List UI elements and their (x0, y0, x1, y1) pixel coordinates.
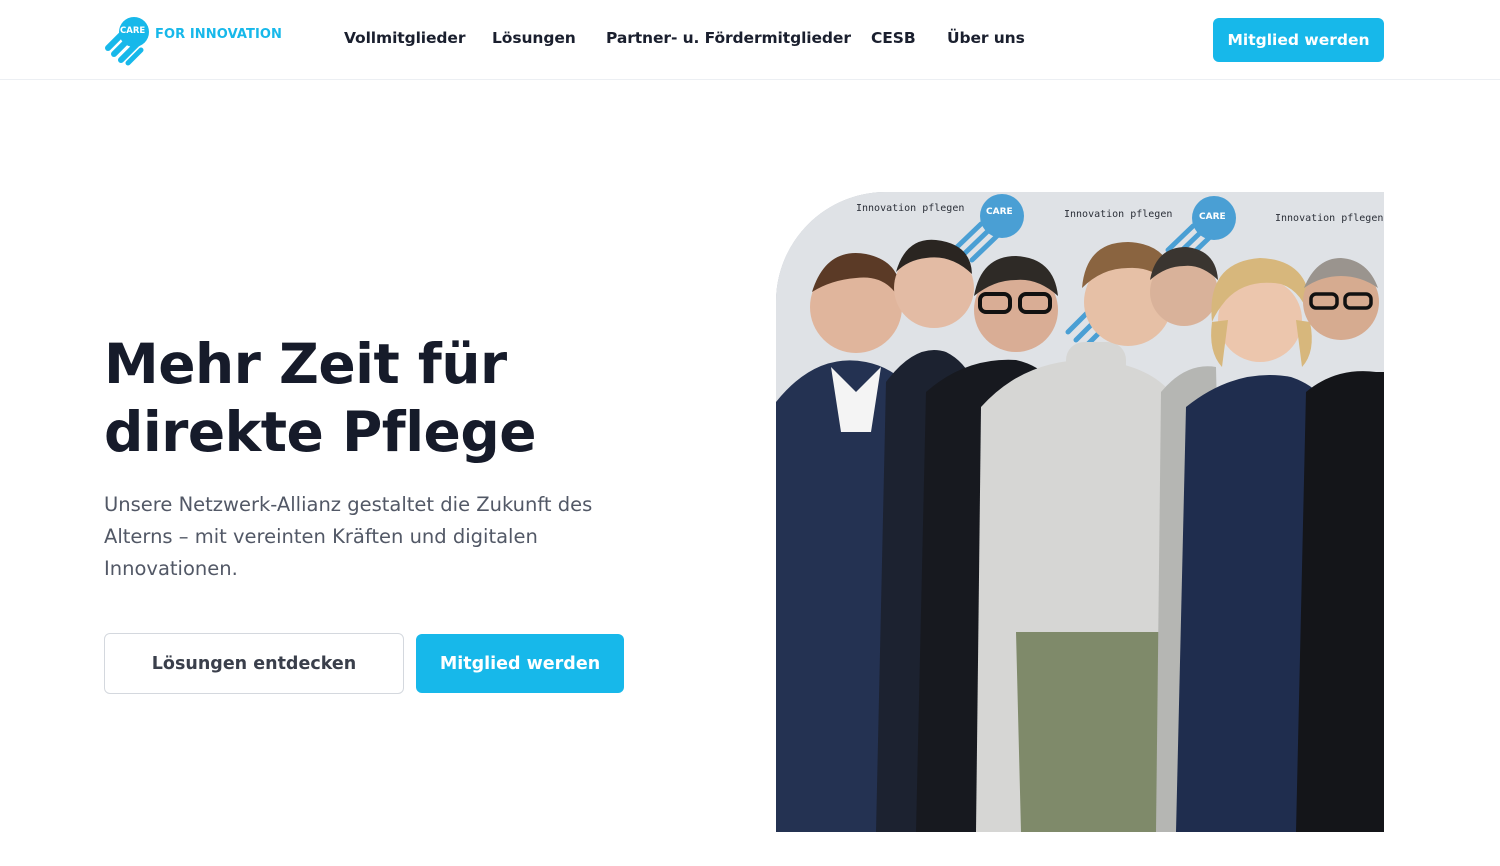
logo-brand-text: FOR INNOVATION (155, 27, 283, 42)
brand-logo[interactable]: CARE FOR INNOVATION (104, 14, 294, 66)
nav-item-cesb[interactable]: CESB (871, 29, 916, 47)
nav-item-partner[interactable]: Partner- u. Fördermitglieder (606, 29, 851, 47)
header-join-button[interactable]: Mitglied werden (1213, 18, 1384, 62)
hero-join-button[interactable]: Mitglied werden (416, 634, 624, 693)
backdrop-logo-text-1: CARE (986, 207, 1013, 217)
nav-item-ueber-uns[interactable]: Über uns (947, 29, 1025, 47)
team-photo-illustration: CARE CARE Innovation pflegen Innovation … (776, 192, 1384, 832)
backdrop-text-2: Innovation pflegen (1064, 209, 1172, 220)
logo-mark-text: CARE (120, 26, 146, 36)
backdrop-logo-text-2: CARE (1199, 212, 1226, 222)
team-photo: CARE CARE Innovation pflegen Innovation … (776, 192, 1384, 832)
site-header: CARE FOR INNOVATION Vollmitglieder Lösun… (0, 0, 1500, 80)
nav-item-vollmitglieder[interactable]: Vollmitglieder (344, 29, 465, 47)
backdrop-text-1: Innovation pflegen (856, 203, 964, 214)
explore-solutions-button[interactable]: Lösungen entdecken (104, 633, 404, 694)
nav-item-loesungen[interactable]: Lösungen (492, 29, 576, 47)
backdrop-text-3: Innovation pflegen (1275, 213, 1383, 224)
hero-subtitle: Unsere Netzwerk-Allianz gestaltet die Zu… (104, 493, 593, 580)
hero-title: Mehr Zeit für direkte Pflege (104, 332, 537, 464)
